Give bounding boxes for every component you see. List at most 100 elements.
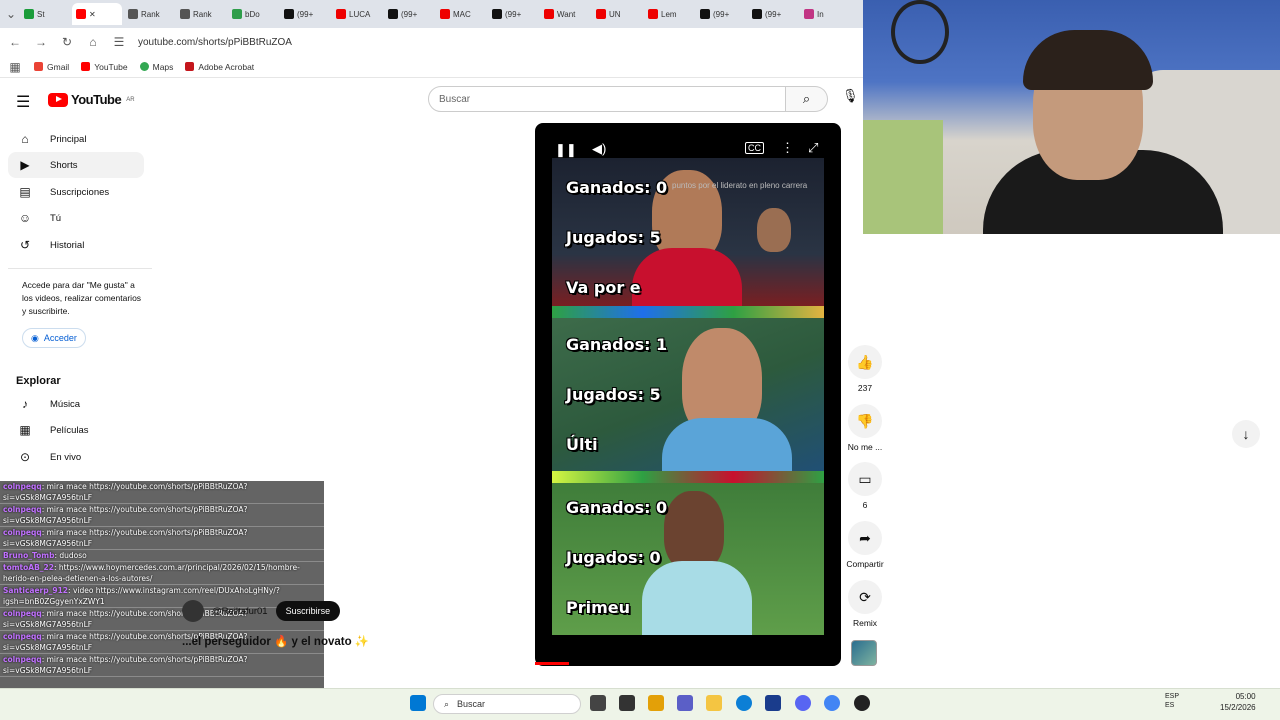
clock-time: 05:00: [1235, 692, 1256, 701]
bookmark-label: Gmail: [47, 61, 70, 72]
sidebar-item-history[interactable]: ↺ Historial: [8, 232, 144, 258]
bookmarks-bar: ▦ Gmail YouTube Maps Adobe Acrobat: [0, 56, 864, 78]
panel-stat-note: Primeu: [566, 598, 631, 617]
audio-thumbnail[interactable]: [851, 640, 877, 666]
browser-tab-active[interactable]: ✕: [72, 3, 122, 25]
tab-label: (99+: [401, 9, 418, 19]
browser-tab[interactable]: In: [800, 3, 850, 25]
folder-icon[interactable]: [706, 695, 722, 711]
video-caption[interactable]: ...el perseguidor 🔥 y el novato ✨: [182, 634, 369, 648]
chat-username: colnpeqq: [3, 528, 42, 537]
url-field[interactable]: youtube.com/shorts/pPiBBtRuZOA: [138, 37, 292, 48]
sidebar-item-movies[interactable]: ▦ Películas: [8, 417, 144, 443]
red-jersey: [632, 248, 742, 308]
next-short-button[interactable]: ↓: [1232, 420, 1260, 448]
browser-tab[interactable]: Want: [540, 3, 590, 25]
hamburger-menu-icon[interactable]: ☰: [16, 92, 30, 112]
browser-tab[interactable]: Rank: [124, 3, 174, 25]
browser-tab[interactable]: bDo: [228, 3, 278, 25]
green-fabric: [863, 120, 943, 234]
like-button[interactable]: 👍 237: [840, 345, 890, 393]
subscribe-button[interactable]: Suscribirse: [275, 601, 341, 621]
browser-tab[interactable]: MAC: [436, 3, 486, 25]
sidebar-item-subscriptions[interactable]: ▤ Suscripciones: [8, 179, 144, 205]
discord-icon[interactable]: [795, 695, 811, 711]
volume-icon[interactable]: ◀): [592, 141, 606, 157]
sidebar-item-principal[interactable]: ⌂ Principal: [8, 126, 144, 152]
reload-icon[interactable]: ↻: [60, 35, 74, 49]
channel-avatar[interactable]: [182, 600, 204, 622]
chat-username: colnpeqq: [3, 505, 42, 514]
captions-icon[interactable]: CC: [745, 142, 764, 154]
chat-text: : dudoso: [54, 551, 87, 560]
share-icon: ➦: [848, 521, 882, 555]
shorts-player[interactable]: Ganados: 0 Jugados: 5 Va por e puntos po…: [535, 123, 841, 666]
apps-icon[interactable]: ▦: [8, 60, 22, 74]
panel-stat-won: Ganados: 0: [566, 498, 668, 517]
video-panel-3: Ganados: 0 Jugados: 0 Primeu: [552, 483, 824, 635]
browser-tab[interactable]: LUCA: [332, 3, 382, 25]
chrome-icon[interactable]: [824, 695, 840, 711]
dislike-button[interactable]: 👎 No me ...: [840, 404, 890, 452]
acrobat-icon: [185, 62, 195, 71]
browser-tab[interactable]: (99+: [748, 3, 798, 25]
teams-icon[interactable]: [677, 695, 693, 711]
store-icon[interactable]: [765, 695, 781, 711]
chat-username: colnpeqq: [3, 609, 42, 618]
share-button[interactable]: ➦ Compartir: [840, 521, 890, 569]
system-clock[interactable]: 05:00 15/2/2026: [1220, 691, 1256, 713]
home-browser-icon[interactable]: ⌂: [86, 35, 100, 49]
comments-button[interactable]: ▭ 6: [840, 462, 890, 510]
music-icon: ♪: [22, 397, 28, 411]
browser-tab[interactable]: Rank: [176, 3, 226, 25]
taskbar-search[interactable]: ⌕ Buscar: [433, 694, 581, 714]
browser-tab[interactable]: Lem: [644, 3, 694, 25]
mic-icon[interactable]: 🎙: [842, 88, 859, 104]
signin-button[interactable]: ◉ Acceder: [22, 328, 86, 348]
obs-icon[interactable]: [854, 695, 870, 711]
youtube-logo[interactable]: YouTube AR: [48, 92, 135, 107]
browser-tab[interactable]: UN: [592, 3, 642, 25]
windows-start-icon[interactable]: [410, 695, 426, 711]
language-code: ESP: [1165, 693, 1180, 700]
back-icon[interactable]: ←: [8, 35, 22, 49]
more-options-icon[interactable]: ⋮: [781, 140, 794, 156]
chat-message: colnpeqq: mira mace https://youtube.com/…: [0, 654, 324, 677]
pause-icon[interactable]: ❚❚: [555, 142, 577, 158]
sidebar-item-music[interactable]: ♪ Música: [8, 391, 144, 417]
search-input[interactable]: Buscar: [428, 86, 786, 112]
chat-username: Bruno_Tomb: [3, 551, 55, 560]
browser-tab[interactable]: (99+: [280, 3, 330, 25]
progress-bar[interactable]: [535, 662, 569, 665]
search-button[interactable]: ⌕: [786, 86, 828, 112]
sidebar-item-shorts[interactable]: ▶ Shorts: [8, 152, 144, 178]
bookmark-youtube[interactable]: YouTube: [81, 62, 128, 72]
like-icon: 👍: [848, 345, 882, 379]
remix-button[interactable]: ⟳ Remix: [840, 580, 890, 628]
bookmark-maps[interactable]: Maps: [139, 62, 173, 72]
channel-handle[interactable]: @Reiltafur01: [212, 606, 268, 617]
tab-list-icon[interactable]: ⌄: [4, 7, 18, 21]
sidebar-item-label: Historial: [50, 239, 85, 251]
like-count: 237: [857, 383, 873, 393]
home-icon: ⌂: [21, 132, 29, 146]
movies-icon: ▦: [19, 423, 31, 437]
files-icon[interactable]: [648, 695, 664, 711]
site-info-icon[interactable]: ☰: [112, 35, 126, 49]
bookmark-gmail[interactable]: Gmail: [34, 62, 69, 72]
edge-icon[interactable]: [736, 695, 752, 711]
tab-close-icon[interactable]: ✕: [89, 10, 96, 19]
fullscreen-icon[interactable]: ⤢: [808, 140, 818, 156]
browser-tab[interactable]: St: [20, 3, 70, 25]
task-view-icon[interactable]: [590, 695, 606, 711]
forward-icon[interactable]: →: [34, 35, 48, 49]
widgets-icon[interactable]: [619, 695, 635, 711]
sidebar-item-you[interactable]: ☺ Tú: [8, 205, 144, 231]
chat-username: Santicaerp_912: [3, 586, 69, 595]
browser-tab[interactable]: (99+: [488, 3, 538, 25]
browser-tab[interactable]: (99+: [696, 3, 746, 25]
bookmark-acrobat[interactable]: Adobe Acrobat: [185, 62, 254, 72]
browser-tab[interactable]: (99+: [384, 3, 434, 25]
sidebar-item-live[interactable]: ⊙ En vivo: [8, 444, 144, 470]
language-indicator[interactable]: ESP ES: [1165, 692, 1179, 710]
